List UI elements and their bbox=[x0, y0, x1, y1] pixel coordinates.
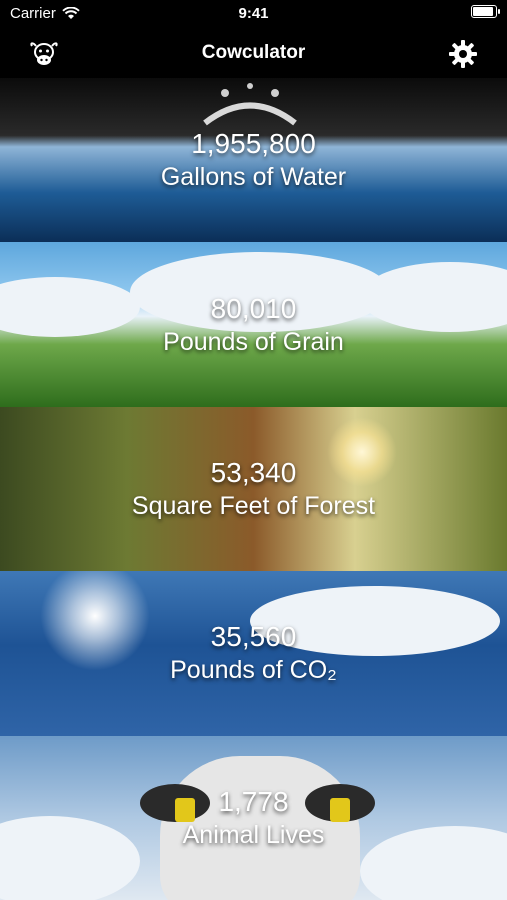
status-bar: Carrier 9:41 bbox=[0, 0, 507, 30]
co2-value: 35,560 bbox=[210, 621, 297, 653]
tiles-list: 1,955,800 Gallons of Water 80,010 Pounds… bbox=[0, 78, 507, 900]
grain-tile[interactable]: 80,010 Pounds of Grain bbox=[0, 242, 507, 407]
animal-lives-label: Animal Lives bbox=[182, 820, 325, 849]
forest-value: 53,340 bbox=[210, 456, 297, 488]
grain-label: Pounds of Grain bbox=[163, 327, 344, 356]
animal-lives-tile[interactable]: 1,778 Animal Lives bbox=[0, 735, 507, 900]
water-tile[interactable]: 1,955,800 Gallons of Water bbox=[0, 78, 507, 243]
nav-bar: Cowculator bbox=[0, 30, 507, 78]
grain-tile-text: 80,010 Pounds of Grain bbox=[0, 292, 507, 358]
animal-lives-tile-text: 1,778 Animal Lives bbox=[0, 785, 507, 851]
gear-icon bbox=[449, 40, 477, 68]
settings-button[interactable] bbox=[447, 38, 479, 70]
water-value: 1,955,800 bbox=[191, 128, 316, 160]
water-tile-text: 1,955,800 Gallons of Water bbox=[0, 127, 507, 193]
grain-value: 80,010 bbox=[210, 292, 297, 324]
page-title: Cowculator bbox=[201, 42, 306, 63]
water-label: Gallons of Water bbox=[160, 163, 347, 192]
forest-label: Square Feet of Forest bbox=[131, 491, 376, 520]
co2-tile-text: 35,560 Pounds of CO₂ bbox=[0, 620, 507, 686]
forest-tile-text: 53,340 Square Feet of Forest bbox=[0, 456, 507, 522]
animal-lives-value: 1,778 bbox=[218, 785, 289, 817]
battery-icon bbox=[471, 5, 500, 18]
forest-tile[interactable]: 53,340 Square Feet of Forest bbox=[0, 406, 507, 572]
status-time: 9:41 bbox=[238, 5, 269, 22]
co2-label: Pounds of CO₂ bbox=[170, 656, 337, 685]
co2-tile[interactable]: 35,560 Pounds of CO₂ bbox=[0, 571, 507, 736]
